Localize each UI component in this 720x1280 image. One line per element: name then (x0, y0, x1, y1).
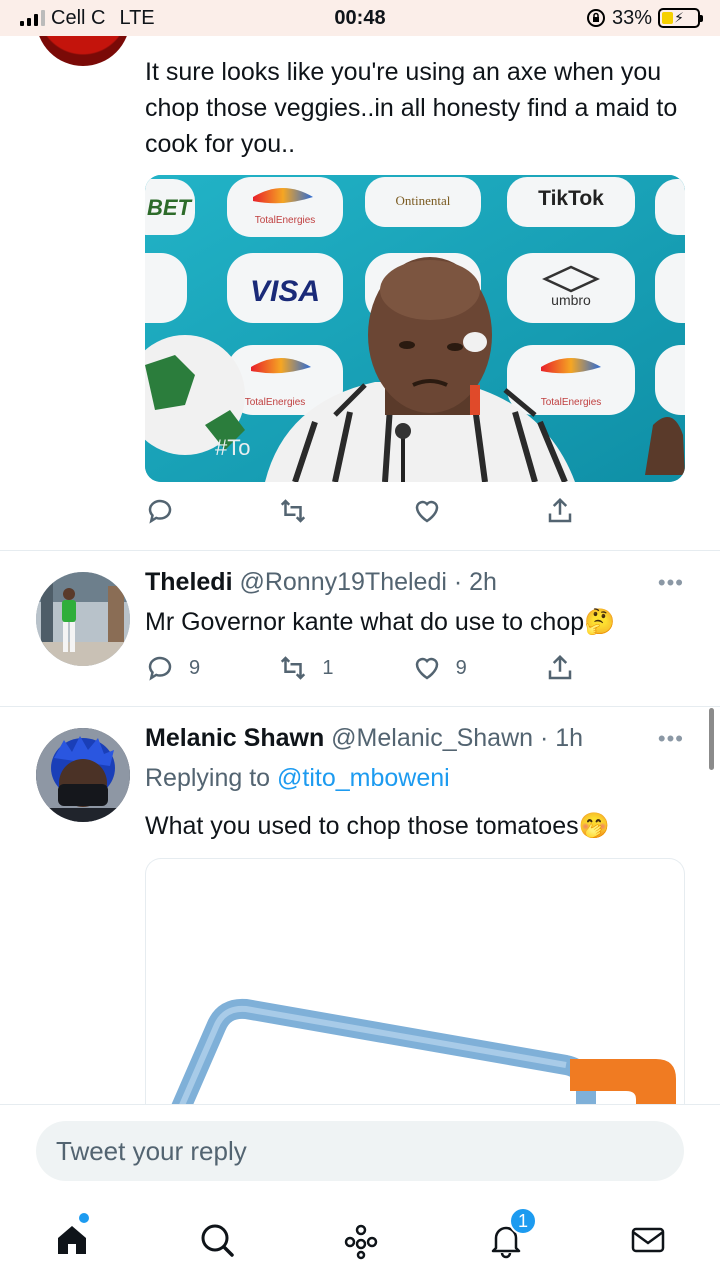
retweet-button[interactable] (278, 496, 322, 526)
sponsor-logo: #To (215, 435, 250, 460)
share-button[interactable] (545, 496, 585, 526)
reply-button[interactable] (145, 496, 189, 526)
tweet-media[interactable] (145, 858, 685, 1118)
tweet-media[interactable]: BET TotalEnergies Ontinental TikTok VISA… (145, 175, 685, 482)
replying-to: Replying to @tito_mboweni (145, 764, 450, 793)
share-button[interactable] (545, 653, 585, 683)
orientation-lock-icon (586, 9, 605, 27)
tab-spaces[interactable] (336, 1215, 386, 1265)
replying-to-label: Replying to (145, 764, 271, 792)
tab-messages[interactable] (623, 1215, 673, 1265)
bottom-bar: 1 (0, 1104, 720, 1280)
tweet-text: It sure looks like you're using an axe w… (145, 58, 678, 158)
like-button[interactable] (412, 496, 456, 526)
network-label: LTE (119, 6, 155, 29)
home-icon (58, 1226, 86, 1254)
tweet-actions: 9 1 9 (145, 653, 585, 683)
media-image (166, 998, 676, 1118)
search-icon (201, 1224, 234, 1257)
retweet-icon (281, 656, 306, 680)
share-icon (548, 497, 572, 523)
reply-input[interactable] (36, 1121, 684, 1181)
avatar[interactable] (36, 572, 130, 666)
sponsor-logo: VISA (250, 275, 320, 308)
avatar-photo (36, 728, 130, 822)
mention-link[interactable]: @tito_mboweni (277, 764, 450, 792)
tweet-actions (145, 496, 585, 526)
press-conference-image: BET TotalEnergies Ontinental TikTok VISA… (145, 175, 685, 482)
user-handle[interactable]: @Melanic_Shawn (331, 724, 533, 752)
tweet-text: Mr Governor kante what do use to chop (145, 608, 585, 636)
more-options-icon[interactable]: ••• (658, 570, 684, 596)
tweet-text-row: Mr Governor kante what do use to chop🤔 (145, 604, 705, 640)
sponsor-logo: TotalEnergies (255, 215, 316, 226)
heart-icon (415, 500, 438, 523)
divider (0, 550, 720, 551)
battery-fill (662, 12, 674, 24)
charging-icon: ⚡ (674, 9, 684, 26)
sponsor-logo: BET (147, 195, 193, 220)
like-button[interactable]: 9 (412, 653, 467, 683)
avatar-photo (36, 572, 130, 666)
reply-count: 9 (189, 656, 201, 679)
sponsor-logo: umbro (551, 292, 591, 308)
thinking-face-emoji: 🤔 (584, 608, 616, 636)
like-count: 9 (455, 656, 467, 679)
avatar[interactable] (36, 728, 130, 822)
spaces-icon (344, 1224, 378, 1260)
status-right: 33% ⚡ (586, 6, 703, 30)
retweet-icon (281, 499, 306, 523)
tweet-text: What you used to chop those tomatoes (145, 812, 579, 840)
divider (0, 706, 720, 707)
user-handle[interactable]: @Ronny19Theledi (239, 568, 446, 596)
reply-button[interactable]: 9 (145, 653, 200, 683)
tweet-text-row: What you used to chop those tomatoes🤭 (145, 808, 705, 844)
reply-icon (148, 656, 172, 681)
heart-icon (415, 657, 438, 680)
notification-badge: 1 (509, 1207, 537, 1235)
carrier-label: Cell C (51, 6, 106, 29)
tab-home[interactable] (47, 1213, 97, 1265)
reply-icon (148, 499, 172, 524)
tweet-header: Melanic Shawn @Melanic_Shawn · 1h (145, 724, 583, 753)
sponsor-logo: TotalEnergies (541, 397, 602, 408)
signal-icon (20, 10, 45, 26)
scrollbar[interactable] (709, 708, 714, 770)
tab-notifications[interactable]: 1 (481, 1207, 537, 1265)
share-icon (548, 654, 572, 680)
more-options-icon[interactable]: ••• (658, 726, 684, 752)
sponsor-logo: TikTok (538, 187, 604, 210)
retweet-count: 1 (322, 656, 334, 679)
battery-percent: 33% (611, 6, 652, 29)
retweet-button[interactable]: 1 (278, 653, 333, 683)
tweet-time: · 1h (540, 724, 584, 752)
tab-search[interactable] (192, 1215, 242, 1265)
home-new-dot (79, 1213, 89, 1223)
tab-bar: 1 (0, 1205, 720, 1280)
sponsor-logo: Ontinental (396, 193, 451, 208)
battery-icon: ⚡ (658, 8, 703, 28)
display-name[interactable]: Melanic Shawn (145, 724, 324, 752)
status-left: Cell C LTE (20, 7, 155, 30)
display-name[interactable]: Theledi (145, 568, 233, 596)
hand-over-mouth-emoji: 🤭 (578, 812, 610, 840)
sponsor-logo: TotalEnergies (245, 397, 306, 408)
envelope-icon (631, 1227, 665, 1253)
tweet-time: · 2h (453, 568, 497, 596)
tweet-header: Theledi @Ronny19Theledi · 2h (145, 568, 497, 597)
status-bar: Cell C LTE 00:48 33% ⚡ (0, 0, 720, 36)
